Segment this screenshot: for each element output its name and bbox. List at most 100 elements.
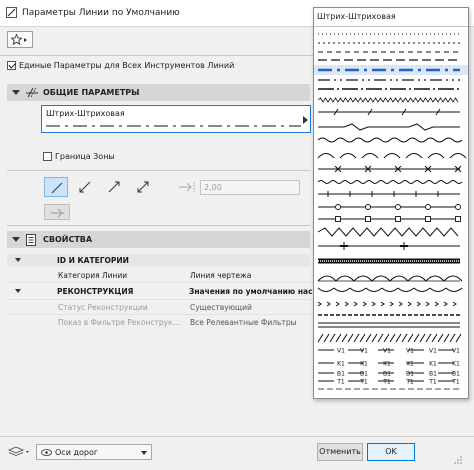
properties-icon [26,234,36,246]
line-pattern-option[interactable] [318,191,460,197]
line-pattern-option[interactable] [318,258,460,264]
svg-text:B1: B1 [360,371,368,378]
line-pattern-option[interactable] [318,204,461,210]
line-tool-icon [26,87,38,98]
svg-text:K1: K1 [406,361,414,368]
svg-text:B1: B1 [337,371,345,378]
dropdown-arrow-icon [303,116,308,124]
svg-text:V1: V1 [360,348,368,355]
row-divider [7,299,310,300]
line-pattern-option[interactable] [318,108,460,116]
line-type-popup[interactable]: Штрих-Штриховая V1 V1 V1 V1 V1 V1 K1 K1 K1 K1 K1 K1… [313,7,469,399]
properties-section-header[interactable]: СВОЙСТВА [7,231,310,248]
line-pattern-option[interactable] [317,137,463,143]
line-pattern-option[interactable] [318,165,462,173]
svg-text:B1: B1 [383,371,391,378]
dropdown-arrow-icon [141,451,147,455]
properties-section-title: СВОЙСТВА [43,235,93,244]
line-pattern-option[interactable] [318,242,460,250]
row-divider [7,282,310,283]
line-pattern-option[interactable] [317,97,459,103]
arrow-start-button[interactable] [73,177,97,197]
resize-grip-icon[interactable] [453,455,463,465]
app-icon [6,7,17,18]
cancel-button[interactable]: Отменить [317,443,363,461]
line-no-arrow-icon [51,182,63,194]
collapse-triangle-icon [15,289,21,293]
separator [7,170,310,171]
svg-text:V1: V1 [406,348,414,355]
general-section-header[interactable]: ОБЩИЕ ПАРАМЕТРЫ [7,84,310,101]
window-title: Параметры Линии по Умолчанию [22,8,180,18]
line-pattern-list[interactable]: V1 V1 V1 V1 V1 V1K1 K1 K1 K1 K1 K1B1 B1 B1 B1 B1 B1T1 T1… [314,29,468,399]
svg-text:B1: B1 [406,371,414,378]
line-pattern-option[interactable]: V1 V1 V1 V1 V1 V1 [318,348,460,355]
arrow-both-button[interactable] [131,177,155,197]
property-group-value[interactable]: Значения по умолчанию нас [189,287,313,296]
line-pattern-option[interactable]: K1 K1 K1 K1 K1 K1 [318,361,460,368]
svg-text:T1: T1 [451,379,460,386]
property-name: Показ в Фильтре Реконструк... [58,318,180,327]
line-pattern-option[interactable]: T1 T1 T1 T1 T1 T1 [318,379,460,386]
line-pattern-option[interactable] [317,227,459,237]
zone-boundary-label: Граница Зоны [55,152,115,161]
layer-name: Оси дорог [55,448,99,457]
line-pattern-option[interactable] [318,123,460,131]
collapse-triangle-icon [15,258,21,262]
property-name: Категория Линии [58,271,128,280]
line-pattern-option[interactable] [317,275,463,282]
property-group-renovation[interactable]: РЕКОНСТРУКЦИЯ Значения по умолчанию нас [7,285,313,298]
line-pattern-option[interactable]: B1 B1 B1 B1 B1 B1 [318,371,460,378]
svg-text:T1: T1 [382,379,391,386]
property-value[interactable]: Линия чертежа [190,271,251,280]
arrow-size-value: 2,00 [204,183,222,192]
layers-icon [8,446,29,456]
svg-text:V1: V1 [429,348,437,355]
svg-text:K1: K1 [429,361,437,368]
line-arrow-both-icon [137,181,149,193]
line-pattern-option[interactable] [318,322,460,328]
arrow-none-button[interactable] [44,177,68,197]
line-pattern-option[interactable] [317,287,463,292]
ok-button[interactable]: OK [367,443,415,461]
separator [314,26,468,27]
line-pattern-option[interactable] [314,65,468,75]
line-pattern-option[interactable] [317,333,462,343]
collapse-triangle-icon [12,237,20,242]
uniform-params-checkbox[interactable] [7,61,16,70]
property-group-title: РЕКОНСТРУКЦИЯ [57,287,134,296]
general-section-title: ОБЩИЕ ПАРАМЕТРЫ [43,88,140,97]
arrowhead-icon [51,208,65,218]
arrowhead-type-button[interactable] [44,204,70,220]
line-arrow-start-icon [79,181,91,193]
separator [7,225,310,226]
svg-text:T1: T1 [336,379,345,386]
line-pattern-option[interactable] [317,301,457,307]
line-pattern-option[interactable] [317,180,463,184]
property-name: Статус Реконструкции [58,303,148,312]
collapse-triangle-icon [12,90,20,95]
svg-text:T1: T1 [405,379,414,386]
svg-text:K1: K1 [360,361,368,368]
uniform-params-label: Единые Параметры для Всех Инструментов Л… [19,61,235,70]
line-type-name: Штрих-Штриховая [46,109,125,118]
arrow-size-field[interactable]: 2,00 [200,180,300,195]
row-divider [7,314,310,315]
line-pattern-option[interactable] [317,153,467,159]
zone-boundary-checkbox[interactable] [43,152,52,161]
svg-text:T1: T1 [428,379,437,386]
line-pattern-option[interactable] [318,216,461,222]
property-value: Все Релевантные Фильтры [190,318,297,327]
separator [0,55,314,56]
svg-text:B1: B1 [452,371,460,378]
property-value: Существующий [190,303,252,312]
arrow-end-button[interactable] [102,177,126,197]
property-group-title: ID И КАТЕГОРИИ [57,256,129,265]
favorites-button[interactable] [7,31,33,48]
property-group-id-categories[interactable]: ID И КАТЕГОРИИ [7,254,310,267]
star-icon [11,34,27,45]
eye-icon [41,449,52,456]
line-type-selector[interactable]: Штрих-Штриховая [41,105,311,133]
layer-selector[interactable]: Оси дорог [36,444,152,460]
popup-title: Штрих-Штриховая [317,12,396,21]
